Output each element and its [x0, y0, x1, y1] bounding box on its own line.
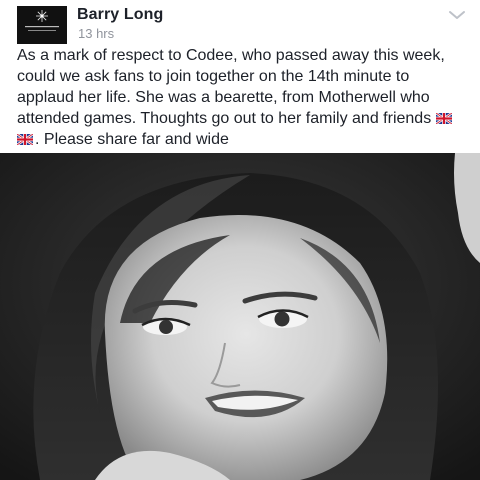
post-header: Barry Long 13 hrs — [0, 0, 480, 44]
uk-flag-icon — [17, 134, 33, 145]
avatar[interactable] — [17, 6, 67, 44]
post-text: As a mark of respect to Codee, who passe… — [17, 47, 445, 127]
post-body: As a mark of respect to Codee, who passe… — [17, 45, 467, 150]
facebook-post: Barry Long 13 hrs As a mark of respect t… — [0, 0, 480, 480]
author-name[interactable]: Barry Long — [77, 6, 163, 24]
post-timestamp[interactable]: 13 hrs — [78, 26, 114, 41]
portrait-photo[interactable] — [0, 153, 480, 480]
chevron-down-icon[interactable] — [448, 8, 466, 20]
post-text-end: . Please share far and wide — [35, 131, 229, 148]
uk-flag-icon — [435, 113, 452, 124]
club-crest-icon — [17, 6, 67, 44]
